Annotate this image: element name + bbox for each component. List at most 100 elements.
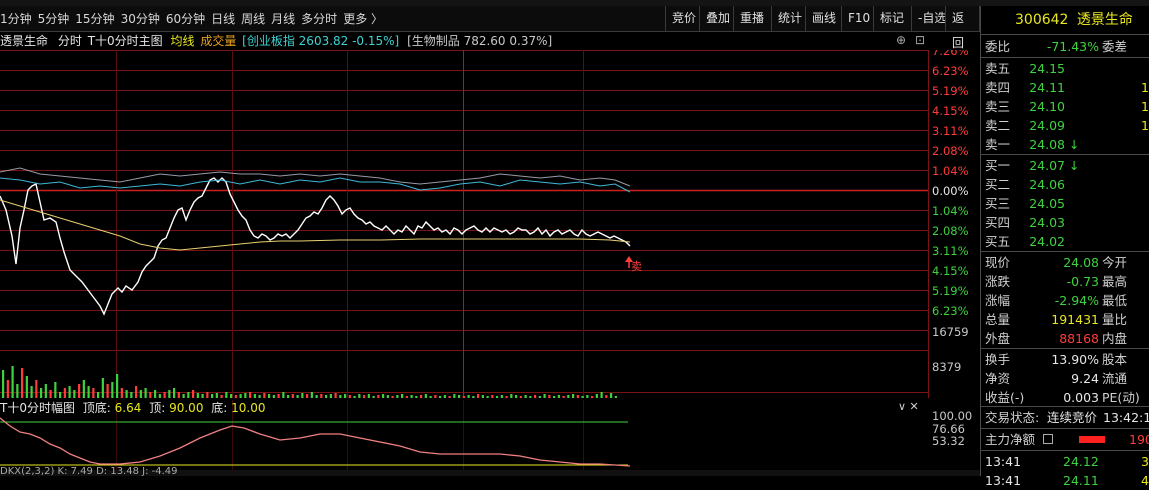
period-monthly[interactable]: 月线 [271, 10, 295, 27]
volume-bar [82, 380, 85, 398]
stat-label: 收益(-) [985, 390, 1025, 405]
volume-bar [486, 396, 489, 398]
period-1min[interactable]: 1分钟 [0, 10, 32, 27]
stock-code: 300642 [1015, 12, 1069, 28]
stat-label: 涨跌 [985, 274, 1011, 289]
period-30min[interactable]: 30分钟 [121, 10, 160, 27]
volume-bar [149, 392, 152, 398]
volume-bar [315, 395, 318, 398]
volume-bar [101, 378, 104, 398]
axis-label: 2.08% [932, 224, 969, 238]
statistics-button[interactable]: 统计 [771, 6, 808, 31]
weicha-label: 委差 [1102, 39, 1128, 54]
main-chart-title[interactable]: T十0分时主图 [88, 34, 163, 48]
period-more[interactable]: 更多 〉 [343, 10, 383, 27]
volume-bar [225, 392, 228, 398]
replay-button[interactable]: 重播 [733, 6, 770, 31]
stat-label-2: 量比 [1102, 312, 1128, 327]
volume-bar [600, 392, 603, 398]
volume-bar [187, 392, 190, 398]
target-icon[interactable]: ⊕ [896, 33, 906, 47]
volume-bar [334, 393, 337, 398]
main-net-toggle-icon[interactable] [1043, 434, 1053, 444]
trade-status-label: 交易状态: [985, 410, 1040, 425]
volume-bar [35, 380, 38, 398]
axis-label: 6.23% [932, 64, 969, 78]
volume-bar [524, 395, 527, 398]
volume-bar [591, 396, 594, 398]
volume-bar [182, 394, 185, 398]
quote-header: 300642 透景生命 [1015, 11, 1133, 30]
mark-button[interactable]: 标记 [873, 6, 910, 31]
ask-row: 卖五 24.15 [985, 59, 1149, 78]
volume-bar [173, 388, 176, 398]
f10-button[interactable]: F10 [841, 6, 876, 31]
axis-label: 1.04% [932, 164, 969, 178]
tick-price: 24.11 [1063, 473, 1099, 488]
period-15min[interactable]: 15分钟 [75, 10, 114, 27]
volume-bar [358, 394, 361, 398]
bid-row: 买二 24.06 [985, 175, 1149, 194]
avg-line-label: 均线 [170, 34, 195, 48]
volume-bar [220, 395, 223, 398]
period-5min[interactable]: 5分钟 [38, 10, 70, 27]
weibi-row: 委比 -71.43% 委差 [985, 37, 1149, 56]
down-arrow-icon: ↓ [1069, 158, 1080, 173]
volume-bar [372, 396, 375, 398]
index-bio: [生物制品 782.60 0.37%] [407, 34, 553, 48]
tick-volume: 3 [1141, 454, 1149, 469]
ask-label: 卖一 [985, 137, 1011, 152]
axis-label: 5.19% [932, 84, 969, 98]
volume-bar [614, 396, 617, 398]
volume-bar [505, 396, 508, 398]
top-bottom-value: 6.64 [114, 401, 142, 415]
volume-bar [405, 396, 408, 398]
stat-row: 收益(-) 0.003 PE(动) [985, 388, 1149, 407]
overlay-button[interactable]: 叠加 [699, 6, 736, 31]
stat-value: -2.94% [1054, 293, 1099, 308]
stat-row: 现价 24.08 今开 [985, 253, 1149, 272]
expand-box-icon[interactable]: ⊡ [915, 33, 925, 47]
bid-row: 买五 24.02 [985, 232, 1149, 251]
volume-bar [529, 396, 532, 398]
mode-label[interactable]: 分时 [58, 34, 82, 48]
volume-bar [424, 394, 427, 398]
stat-row: 换手 13.90% 股本 [985, 350, 1149, 369]
ask-price: 24.10 [1029, 99, 1065, 114]
volume-bar [73, 390, 76, 398]
indicator-title[interactable]: T十0分时幅图 [0, 401, 75, 415]
axis-label: 8379 [932, 360, 961, 374]
period-daily[interactable]: 日线 [211, 10, 235, 27]
volume-bar [49, 390, 52, 398]
volume-bar [429, 396, 432, 398]
stat-value: -0.73 [1066, 274, 1099, 289]
bottom-label: 底: [211, 401, 228, 415]
back-button[interactable]: 返回 [945, 6, 980, 50]
stock-name: 透景生命 [0, 34, 49, 48]
stat-label-2: 最低 [1102, 293, 1128, 308]
period-multi-time[interactable]: 多分时 [301, 10, 337, 27]
sell-marker-label: 卖 [631, 260, 642, 273]
volume-bar [139, 390, 142, 398]
stat-row: 总量 191431 量比 [985, 310, 1149, 329]
bid-price: 24.06 [1029, 177, 1065, 192]
axis-label: 7.26% [932, 50, 969, 58]
draw-line-button[interactable]: 画线 [805, 6, 842, 31]
volume-bar [377, 395, 380, 398]
top-bottom-label: 顶底: [82, 401, 111, 415]
trade-status-value: 连续竞价 [1047, 410, 1098, 425]
main-net-row: 主力净额 190 [985, 430, 1149, 449]
volume-bar [595, 394, 598, 398]
period-60min[interactable]: 60分钟 [166, 10, 205, 27]
indicator-axis-label: 100.00 [932, 409, 972, 423]
volume-bar [239, 394, 242, 398]
ask-price: 24.11 [1029, 80, 1065, 95]
stat-label: 涨幅 [985, 293, 1011, 308]
volume-bar [586, 395, 589, 398]
stat-value: 88168 [1059, 331, 1099, 346]
volume-bar [234, 395, 237, 398]
period-weekly[interactable]: 周线 [241, 10, 265, 27]
indicator-controls-icon[interactable]: ∨ ✕ [898, 400, 919, 413]
volume-bar [439, 396, 442, 398]
auction-button[interactable]: 竞价 [665, 6, 702, 31]
